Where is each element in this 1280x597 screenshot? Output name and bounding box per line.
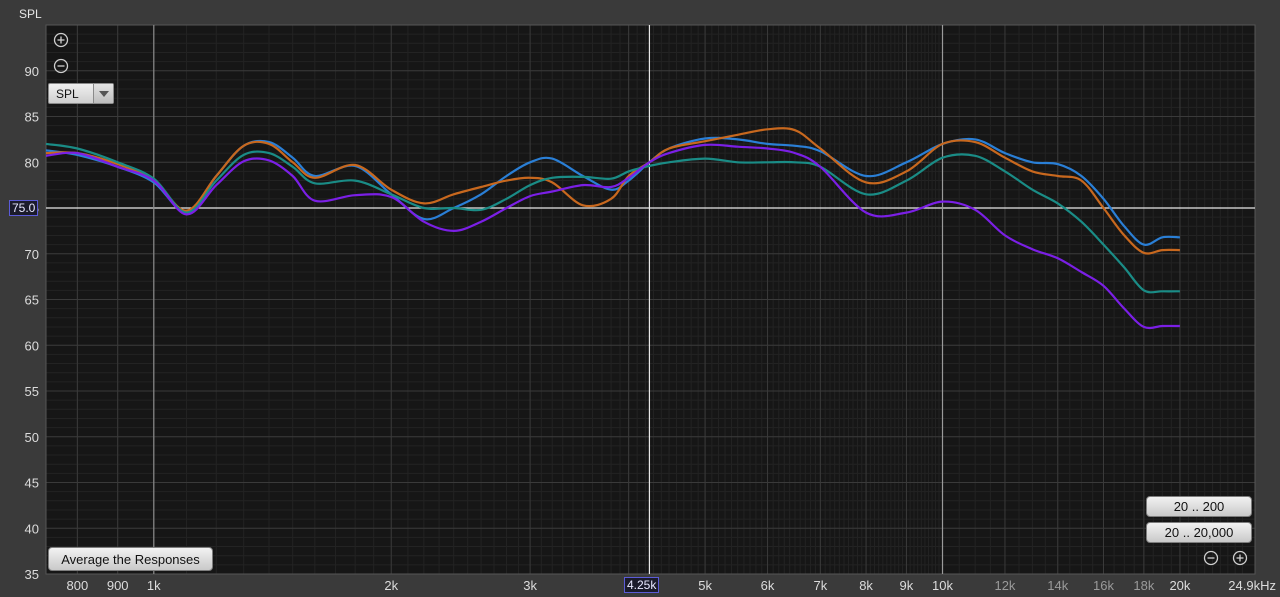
- x-tick-label: 2k: [384, 578, 398, 593]
- y-tick-label: 45: [25, 476, 39, 491]
- cursor-y-readout: 75.0: [9, 200, 39, 216]
- x-tick-label: 10k: [932, 578, 953, 593]
- x-tick-label: 9k: [900, 578, 914, 593]
- x-tick-label: 5k: [698, 578, 712, 593]
- zoom-out-x-icon[interactable]: [1203, 550, 1219, 566]
- spl-graph-window: SPL 354045505560657075808590 8009001k2k3…: [0, 0, 1280, 597]
- y-tick-labels: 354045505560657075808590: [25, 64, 39, 582]
- graph-type-dropdown[interactable]: SPL: [48, 83, 114, 104]
- x-tick-label: 6k: [761, 578, 775, 593]
- x-tick-label: 800: [67, 578, 89, 593]
- y-tick-label: 70: [25, 247, 39, 262]
- range-20-200-button[interactable]: 20 .. 200: [1146, 496, 1252, 517]
- zoom-out-y-icon[interactable]: [53, 58, 69, 74]
- x-tick-labels: 8009001k2k3k45k6k7k8k9k10k12k14k16k18k20…: [67, 578, 1276, 593]
- x-tick-label: 7k: [813, 578, 827, 593]
- cursor-x-readout: 4.25k: [624, 577, 660, 593]
- y-tick-label: 90: [25, 64, 39, 79]
- y-tick-label: 55: [25, 384, 39, 399]
- x-tick-label: 1k: [147, 578, 161, 593]
- y-tick-label: 35: [25, 567, 39, 582]
- x-tick-label: 24.9kHz: [1228, 578, 1276, 593]
- y-tick-label: 40: [25, 521, 39, 536]
- y-tick-label: 65: [25, 293, 39, 308]
- y-tick-label: 50: [25, 430, 39, 445]
- x-tick-label: 14k: [1047, 578, 1068, 593]
- x-tick-label: 900: [107, 578, 129, 593]
- x-tick-label: 20k: [1169, 578, 1190, 593]
- y-tick-label: 60: [25, 338, 39, 353]
- average-responses-button[interactable]: Average the Responses: [48, 547, 213, 571]
- y-tick-label: 85: [25, 110, 39, 125]
- spl-chart[interactable]: 354045505560657075808590 8009001k2k3k45k…: [0, 0, 1280, 597]
- y-tick-label: 80: [25, 155, 39, 170]
- range-20-20000-button[interactable]: 20 .. 20,000: [1146, 522, 1252, 543]
- x-tick-label: 16k: [1093, 578, 1114, 593]
- x-tick-label: 8k: [859, 578, 873, 593]
- zoom-in-x-icon[interactable]: [1232, 550, 1248, 566]
- x-tick-label: 3k: [523, 578, 537, 593]
- zoom-in-y-icon[interactable]: [53, 32, 69, 48]
- chevron-down-icon: [93, 84, 113, 103]
- x-tick-label: 18k: [1133, 578, 1154, 593]
- graph-type-value: SPL: [56, 86, 79, 101]
- x-tick-label: 12k: [994, 578, 1015, 593]
